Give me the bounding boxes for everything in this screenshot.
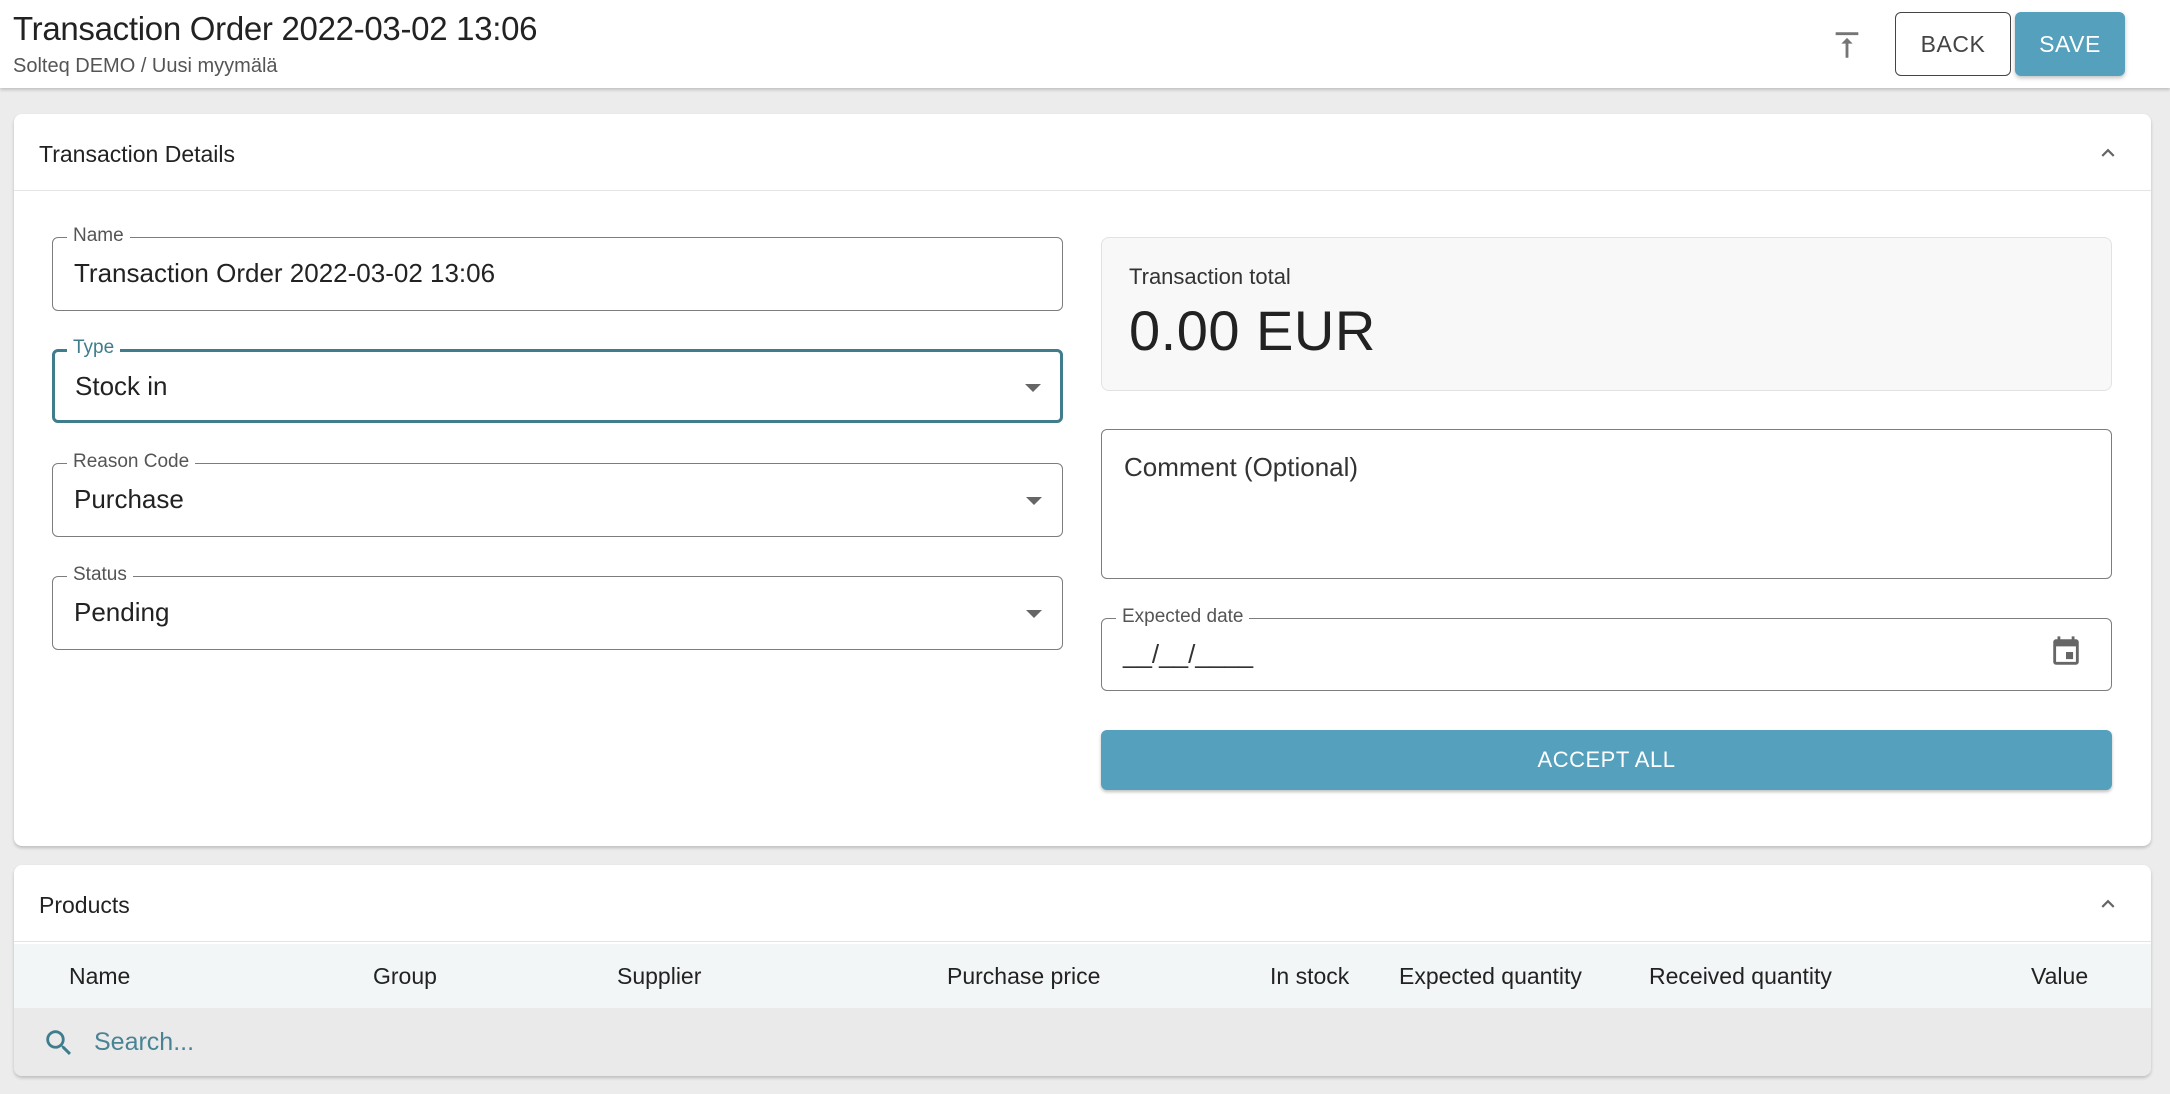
expected-date-value: __/__/____ — [1123, 639, 1254, 669]
name-field[interactable]: Name Transaction Order 2022-03-02 13:06 — [52, 225, 1063, 311]
type-value: Stock in — [75, 371, 168, 401]
comment-textarea[interactable]: Comment (Optional) — [1101, 429, 2112, 579]
reason-code-select[interactable]: Reason Code Purchase — [52, 451, 1063, 537]
column-header-expected-quantity[interactable]: Expected quantity — [1399, 963, 1582, 990]
breadcrumb: Solteq DEMO / Uusi myymälä — [13, 55, 278, 77]
transaction-total-value: 0.00 EUR — [1129, 299, 1376, 362]
back-button[interactable]: BACK — [1895, 12, 2011, 76]
transaction-total-box: Transaction total 0.00 EUR — [1101, 237, 2112, 391]
expected-date-label: Expected date — [1116, 606, 1250, 628]
type-select[interactable]: Type Stock in — [52, 337, 1063, 423]
status-label: Status — [67, 564, 133, 586]
products-title: Products — [39, 892, 130, 918]
column-header-value[interactable]: Value — [2031, 963, 2088, 990]
dropdown-arrow-icon — [1026, 497, 1042, 505]
column-header-purchase-price[interactable]: Purchase price — [947, 963, 1100, 990]
status-select[interactable]: Status Pending — [52, 564, 1063, 650]
transaction-details-header[interactable]: Transaction Details — [14, 114, 2151, 191]
type-label: Type — [67, 337, 121, 359]
vertical-align-top-icon[interactable] — [1830, 28, 1864, 62]
page-title: Transaction Order 2022-03-02 13:06 — [13, 10, 538, 47]
products-card: Products Name Group Supplier Purchase pr… — [14, 865, 2151, 1076]
column-header-in-stock[interactable]: In stock — [1270, 963, 1349, 990]
chevron-up-icon[interactable] — [2095, 891, 2121, 917]
products-search-input[interactable] — [94, 1020, 994, 1064]
transaction-total-label: Transaction total — [1129, 264, 1291, 289]
calendar-icon[interactable] — [2049, 635, 2083, 669]
save-button[interactable]: SAVE — [2015, 12, 2125, 76]
column-header-received-quantity[interactable]: Received quantity — [1649, 963, 1832, 990]
name-label: Name — [67, 225, 130, 247]
transaction-details-title: Transaction Details — [39, 141, 236, 167]
top-bar: Transaction Order 2022-03-02 13:06 Solte… — [0, 0, 2170, 88]
status-value: Pending — [74, 597, 170, 627]
accept-all-button[interactable]: ACCEPT ALL — [1101, 730, 2112, 790]
transaction-details-card: Transaction Details Name Transaction Ord… — [14, 114, 2151, 846]
products-header[interactable]: Products — [14, 865, 2151, 942]
column-header-supplier[interactable]: Supplier — [617, 963, 701, 990]
comment-placeholder: Comment (Optional) — [1124, 452, 1359, 482]
chevron-up-icon[interactable] — [2095, 140, 2121, 166]
column-header-name[interactable]: Name — [69, 963, 130, 990]
expected-date-field[interactable]: Expected date __/__/____ — [1101, 606, 2112, 691]
products-search-row — [14, 1008, 2151, 1076]
column-header-group[interactable]: Group — [373, 963, 437, 990]
dropdown-arrow-icon — [1026, 610, 1042, 618]
name-value: Transaction Order 2022-03-02 13:06 — [74, 258, 496, 288]
search-icon — [46, 1030, 72, 1056]
products-table-header: Name Group Supplier Purchase price In st… — [14, 944, 2151, 1008]
reason-code-value: Purchase — [74, 484, 184, 514]
reason-code-label: Reason Code — [67, 451, 196, 473]
dropdown-arrow-icon — [1025, 384, 1041, 392]
